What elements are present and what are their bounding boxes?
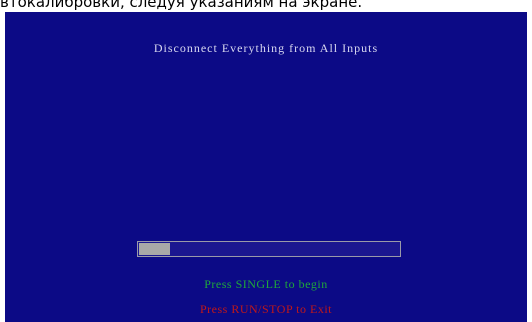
page: втокалибровки, следуя указаниям на экран… <box>0 0 532 322</box>
progress-bar-fill <box>139 243 170 255</box>
calibration-progress-bar <box>137 241 401 257</box>
exit-prompt: Press RUN/STOP to Exit <box>199 302 333 316</box>
begin-prompt: Press SINGLE to begin <box>204 277 328 291</box>
oscilloscope-screen: Disconnect Everything from All Inputs Pr… <box>5 12 527 322</box>
screen-title: Disconnect Everything from All Inputs <box>153 41 379 55</box>
caption-text: втокалибровки, следуя указаниям на экран… <box>0 0 363 10</box>
